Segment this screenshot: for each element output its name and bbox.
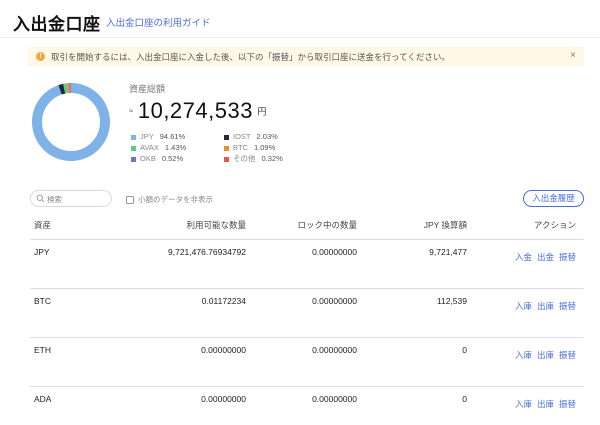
legend-asset: IOST xyxy=(233,132,251,141)
legend-swatch xyxy=(224,145,229,151)
column-header-asset: 資産 xyxy=(34,220,52,230)
cell-jpy-value: 9,721,477 xyxy=(429,247,467,257)
legend-percent: 2.03% xyxy=(256,132,278,141)
page-title: 入出金口座 xyxy=(13,15,101,34)
cell-asset: ADA xyxy=(34,394,52,404)
column-header-available: 利用可能な数量 xyxy=(186,220,246,230)
cell-locked: 0.00000000 xyxy=(312,394,357,404)
legend-swatch xyxy=(224,134,229,140)
row-actions: 入金 出金 振替 xyxy=(510,247,576,265)
legend-asset: JPY xyxy=(140,132,154,141)
page-header: 入出金口座 入出金口座の利用ガイド xyxy=(0,0,600,38)
warning-icon: ! xyxy=(36,52,45,61)
hide-small-balances-toggle[interactable]: 小額のデータを非表示 xyxy=(126,194,213,205)
search-box[interactable] xyxy=(30,190,112,207)
transfer-link[interactable]: 振替 xyxy=(559,399,576,409)
table-header: 資産 利用可能な数量 ロック中の数量 JPY 換算額 アクション xyxy=(30,213,584,240)
search-icon xyxy=(36,194,45,203)
row-actions: 入庫 出庫 振替 xyxy=(510,394,576,412)
deposit-link[interactable]: 入庫 xyxy=(515,399,532,409)
withdraw-link[interactable]: 出金 xyxy=(537,252,554,262)
column-header-actions: アクション xyxy=(533,220,576,230)
legend-percent: 94.61% xyxy=(159,132,186,141)
column-header-locked: ロック中の数量 xyxy=(297,220,357,230)
row-actions: 入庫 出庫 振替 xyxy=(510,345,576,363)
search-input[interactable] xyxy=(47,193,109,205)
cell-available: 9,721,476.76934792 xyxy=(168,247,246,257)
deposit-link[interactable]: 入庫 xyxy=(515,350,532,360)
row-actions: 入庫 出庫 振替 xyxy=(510,296,576,314)
notice-banner: ! 取引を開始するには、入出金口座に入金した後、以下の「振替」から取引口座に送金… xyxy=(28,47,584,66)
transfer-link[interactable]: 振替 xyxy=(559,252,576,262)
table-row: JPY 9,721,476.76934792 0.00000000 9,721,… xyxy=(30,241,584,289)
legend-item: OKB 0.52% xyxy=(131,154,183,164)
cell-jpy-value: 0 xyxy=(462,394,467,404)
asset-donut-chart xyxy=(32,83,110,161)
guide-link[interactable]: 入出金口座の利用ガイド xyxy=(106,15,211,29)
withdraw-link[interactable]: 出庫 xyxy=(537,350,554,360)
table-row: ADA 0.00000000 0.00000000 0 入庫 出庫 振替 xyxy=(30,388,584,425)
cell-jpy-value: 0 xyxy=(462,345,467,355)
cell-asset: BTC xyxy=(34,296,51,306)
table-row: BTC 0.01172234 0.00000000 112,539 入庫 出庫 振替 xyxy=(30,290,584,338)
withdraw-link[interactable]: 出庫 xyxy=(537,399,554,409)
legend-percent: 1.09% xyxy=(254,143,276,152)
legend-swatch xyxy=(131,145,136,151)
legend-swatch xyxy=(224,156,229,162)
approx-sign: ≈ xyxy=(129,106,134,116)
legend-item: BTC 1.09% xyxy=(224,143,275,153)
legend-asset: その他 xyxy=(233,154,256,163)
cell-asset: JPY xyxy=(34,247,50,257)
close-icon[interactable]: × xyxy=(570,50,576,62)
legend-item: JPY 94.61% xyxy=(131,132,185,142)
deposit-link[interactable]: 入庫 xyxy=(515,301,532,311)
column-header-jpy-value: JPY 換算額 xyxy=(423,220,467,230)
legend-percent: 0.32% xyxy=(261,154,283,163)
cell-available: 0.00000000 xyxy=(201,394,246,404)
legend-asset: AVAX xyxy=(140,143,159,152)
transfer-link[interactable]: 振替 xyxy=(559,301,576,311)
hide-small-checkbox[interactable] xyxy=(126,196,134,205)
hide-small-label: 小額のデータを非表示 xyxy=(138,195,213,204)
notice-text: 取引を開始するには、入出金口座に入金した後、以下の「振替」から取引口座に送金を行… xyxy=(51,52,450,62)
transfer-link[interactable]: 振替 xyxy=(559,350,576,360)
total-assets-value: 10,274,533 xyxy=(137,98,253,123)
legend-percent: 0.52% xyxy=(161,154,184,163)
donut-slice-jpy xyxy=(32,83,110,161)
legend-item: AVAX 1.43% xyxy=(131,143,186,153)
total-assets-label: 資産総額 xyxy=(129,84,166,94)
cell-available: 0.00000000 xyxy=(201,345,246,355)
deposit-withdrawal-history-button[interactable]: 入出金履歴 xyxy=(523,190,584,207)
legend-percent: 1.43% xyxy=(164,143,187,152)
cell-asset: ETH xyxy=(34,345,51,355)
legend-swatch xyxy=(131,156,136,162)
withdraw-link[interactable]: 出庫 xyxy=(537,301,554,311)
legend-item: IOST 2.03% xyxy=(224,132,278,142)
cell-locked: 0.00000000 xyxy=(312,247,357,257)
deposit-link[interactable]: 入金 xyxy=(515,252,532,262)
cell-jpy-value: 112,539 xyxy=(436,296,467,306)
legend-asset: BTC xyxy=(233,143,248,152)
cell-locked: 0.00000000 xyxy=(312,296,357,306)
currency-unit: 円 xyxy=(257,106,267,117)
legend-item: その他 0.32% xyxy=(224,154,283,164)
table-row: ETH 0.00000000 0.00000000 0 入庫 出庫 振替 xyxy=(30,339,584,387)
cell-locked: 0.00000000 xyxy=(312,345,357,355)
legend-asset: OKB xyxy=(140,154,156,163)
legend-swatch xyxy=(131,134,136,140)
total-assets: ≈ 10,274,533 円 xyxy=(129,98,266,124)
cell-available: 0.01172234 xyxy=(201,296,246,306)
